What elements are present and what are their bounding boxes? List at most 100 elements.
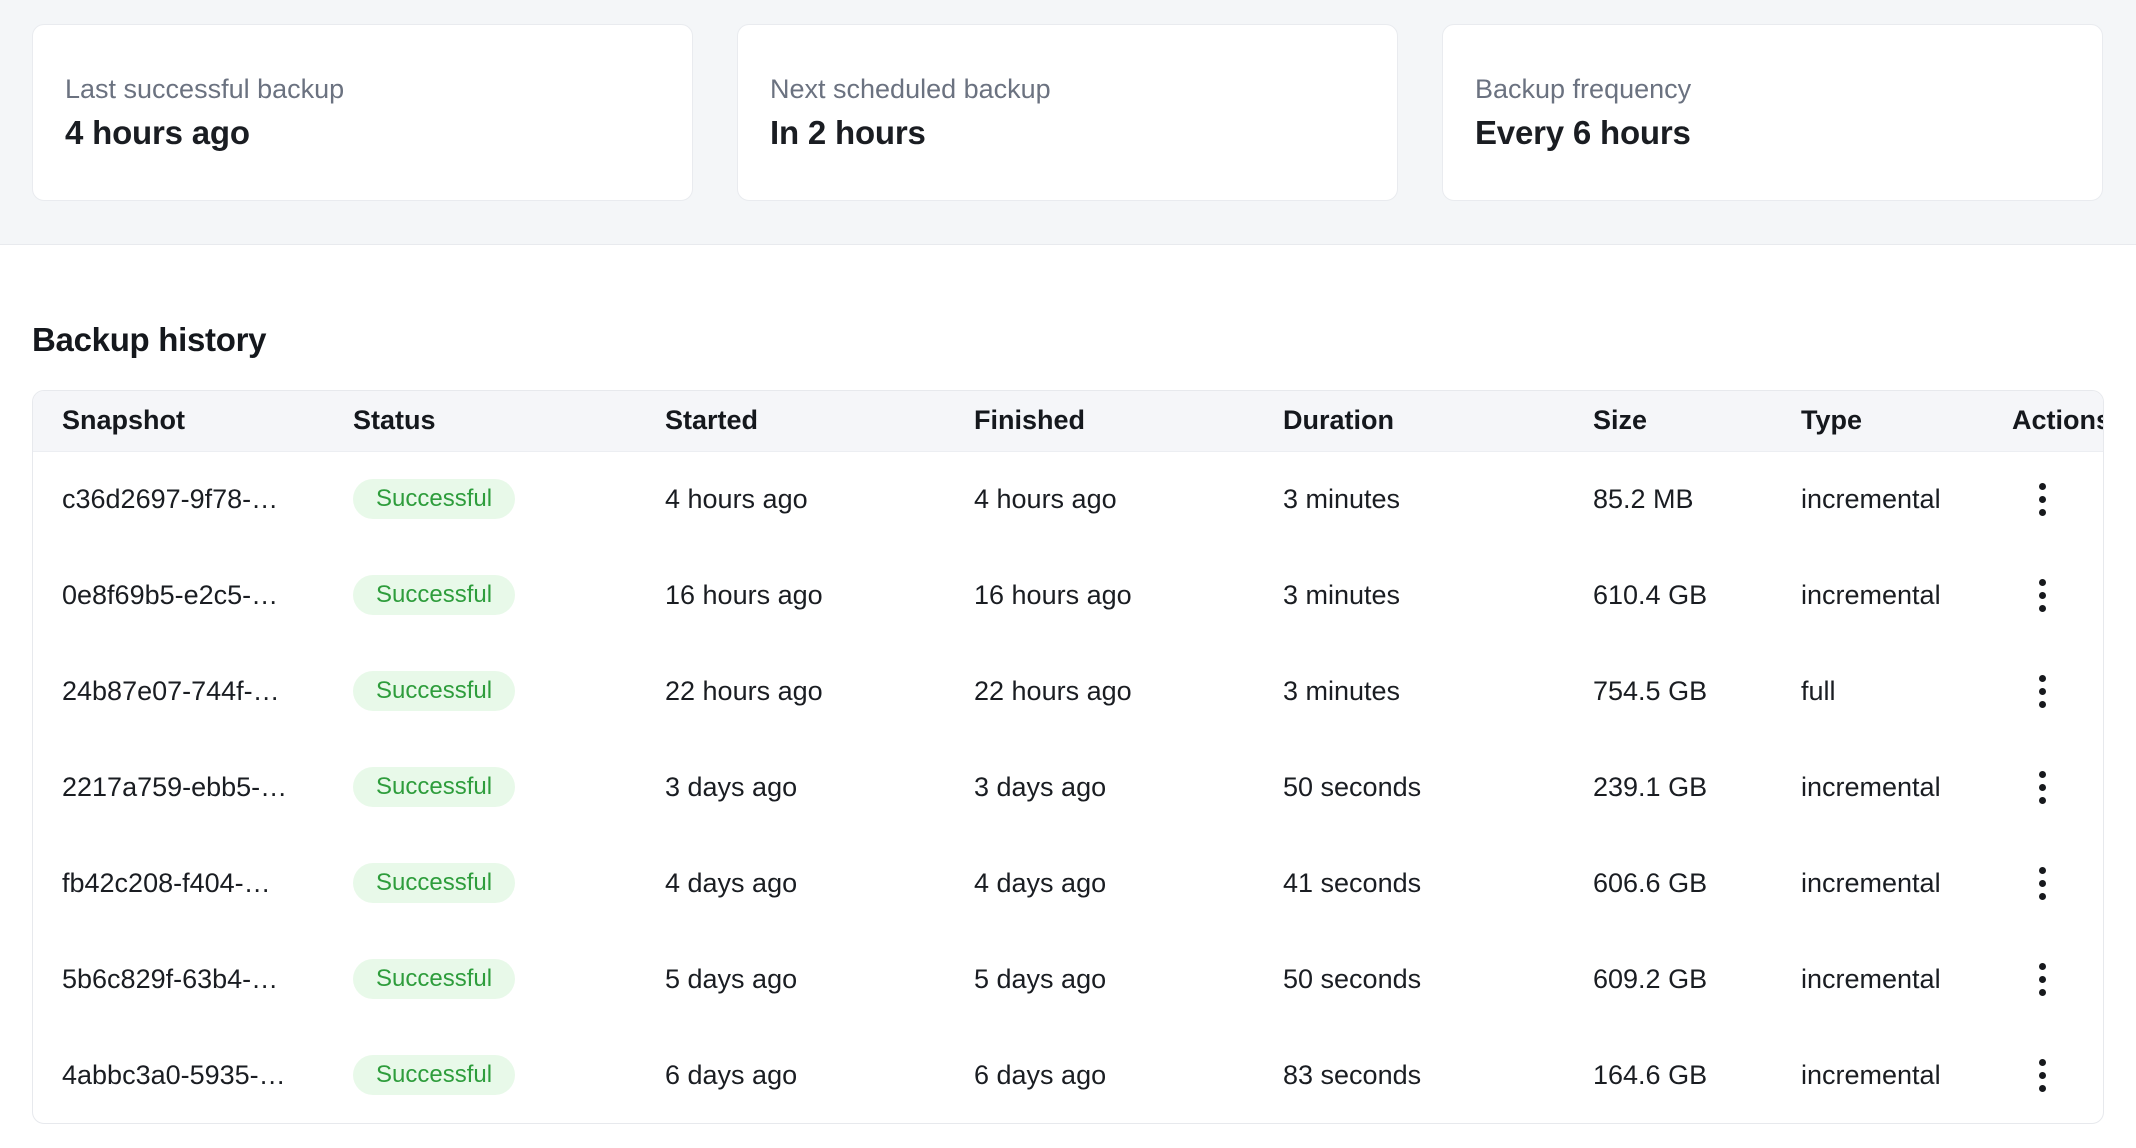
started-cell: 3 days ago (636, 739, 945, 835)
duration-cell: 50 seconds (1254, 739, 1564, 835)
size-cell: 606.6 GB (1564, 835, 1772, 931)
table-row: 4abbc3a0-5935-… Successful 6 days ago 6 … (33, 1027, 2103, 1123)
status-badge: Successful (353, 959, 515, 999)
started-cell: 5 days ago (636, 931, 945, 1027)
status-cell: Successful (324, 739, 636, 835)
type-cell: incremental (1772, 451, 1983, 547)
type-cell: full (1772, 643, 1983, 739)
status-cell: Successful (324, 931, 636, 1027)
row-actions-button[interactable] (2018, 571, 2066, 619)
started-cell: 16 hours ago (636, 547, 945, 643)
status-badge: Successful (353, 767, 515, 807)
type-cell: incremental (1772, 835, 1983, 931)
table-row: c36d2697-9f78-… Successful 4 hours ago 4… (33, 451, 2103, 547)
size-cell: 85.2 MB (1564, 451, 1772, 547)
snapshot-cell: 5b6c829f-63b4-… (33, 931, 324, 1027)
actions-cell (1983, 1027, 2103, 1123)
status-cell: Successful (324, 1027, 636, 1123)
page-title: Backup history (32, 323, 2104, 357)
started-cell: 22 hours ago (636, 643, 945, 739)
finished-cell: 22 hours ago (945, 643, 1254, 739)
actions-cell (1983, 931, 2103, 1027)
started-cell: 4 hours ago (636, 451, 945, 547)
column-header-started: Started (636, 391, 945, 451)
stat-cards: Last successful backup 4 hours ago Next … (0, 0, 2136, 201)
stat-card-value: Every 6 hours (1475, 114, 2070, 152)
stat-card-label: Backup frequency (1475, 73, 2070, 105)
row-actions-button[interactable] (2018, 955, 2066, 1003)
column-header-type: Type (1772, 391, 1983, 451)
column-header-finished: Finished (945, 391, 1254, 451)
status-badge: Successful (353, 575, 515, 615)
duration-cell: 3 minutes (1254, 451, 1564, 547)
finished-cell: 4 hours ago (945, 451, 1254, 547)
snapshot-cell: 0e8f69b5-e2c5-… (33, 547, 324, 643)
size-cell: 164.6 GB (1564, 1027, 1772, 1123)
stat-card-next-backup: Next scheduled backup In 2 hours (737, 24, 1398, 201)
type-cell: incremental (1772, 1027, 1983, 1123)
summary-band: Last successful backup 4 hours ago Next … (0, 0, 2136, 245)
finished-cell: 5 days ago (945, 931, 1254, 1027)
type-cell: incremental (1772, 739, 1983, 835)
stat-card-value: 4 hours ago (65, 114, 660, 152)
stat-card-label: Next scheduled backup (770, 73, 1365, 105)
column-header-duration: Duration (1254, 391, 1564, 451)
table-row: 5b6c829f-63b4-… Successful 5 days ago 5 … (33, 931, 2103, 1027)
table-row: 24b87e07-744f-… Successful 22 hours ago … (33, 643, 2103, 739)
status-badge: Successful (353, 1055, 515, 1095)
type-cell: incremental (1772, 931, 1983, 1027)
stat-card-label: Last successful backup (65, 73, 660, 105)
column-header-size: Size (1564, 391, 1772, 451)
status-cell: Successful (324, 547, 636, 643)
started-cell: 4 days ago (636, 835, 945, 931)
started-cell: 6 days ago (636, 1027, 945, 1123)
duration-cell: 83 seconds (1254, 1027, 1564, 1123)
duration-cell: 3 minutes (1254, 547, 1564, 643)
finished-cell: 4 days ago (945, 835, 1254, 931)
status-cell: Successful (324, 643, 636, 739)
backup-history-table: Snapshot Status Started Finished Duratio… (32, 390, 2104, 1124)
column-header-snapshot: Snapshot (33, 391, 324, 451)
table-row: 0e8f69b5-e2c5-… Successful 16 hours ago … (33, 547, 2103, 643)
snapshot-cell: 24b87e07-744f-… (33, 643, 324, 739)
status-badge: Successful (353, 671, 515, 711)
snapshot-cell: 2217a759-ebb5-… (33, 739, 324, 835)
row-actions-button[interactable] (2018, 763, 2066, 811)
status-cell: Successful (324, 451, 636, 547)
actions-cell (1983, 643, 2103, 739)
snapshot-cell: c36d2697-9f78-… (33, 451, 324, 547)
row-actions-button[interactable] (2018, 859, 2066, 907)
snapshot-cell: 4abbc3a0-5935-… (33, 1027, 324, 1123)
snapshot-cell: fb42c208-f404-… (33, 835, 324, 931)
type-cell: incremental (1772, 547, 1983, 643)
status-badge: Successful (353, 479, 515, 519)
row-actions-button[interactable] (2018, 1051, 2066, 1099)
size-cell: 239.1 GB (1564, 739, 1772, 835)
finished-cell: 3 days ago (945, 739, 1254, 835)
status-cell: Successful (324, 835, 636, 931)
actions-cell (1983, 739, 2103, 835)
table-row: fb42c208-f404-… Successful 4 days ago 4 … (33, 835, 2103, 931)
actions-cell (1983, 835, 2103, 931)
stat-card-value: In 2 hours (770, 114, 1365, 152)
row-actions-button[interactable] (2018, 667, 2066, 715)
row-actions-button[interactable] (2018, 475, 2066, 523)
duration-cell: 41 seconds (1254, 835, 1564, 931)
stat-card-last-backup: Last successful backup 4 hours ago (32, 24, 693, 201)
column-header-actions: Actions (1983, 391, 2103, 451)
duration-cell: 3 minutes (1254, 643, 1564, 739)
column-header-status: Status (324, 391, 636, 451)
duration-cell: 50 seconds (1254, 931, 1564, 1027)
actions-cell (1983, 451, 2103, 547)
finished-cell: 16 hours ago (945, 547, 1254, 643)
size-cell: 609.2 GB (1564, 931, 1772, 1027)
size-cell: 610.4 GB (1564, 547, 1772, 643)
status-badge: Successful (353, 863, 515, 903)
stat-card-backup-frequency: Backup frequency Every 6 hours (1442, 24, 2103, 201)
size-cell: 754.5 GB (1564, 643, 1772, 739)
finished-cell: 6 days ago (945, 1027, 1254, 1123)
actions-cell (1983, 547, 2103, 643)
backup-history-section: Backup history Snapshot Status Started F… (0, 245, 2136, 1124)
table-header-row: Snapshot Status Started Finished Duratio… (33, 391, 2103, 451)
table-row: 2217a759-ebb5-… Successful 3 days ago 3 … (33, 739, 2103, 835)
